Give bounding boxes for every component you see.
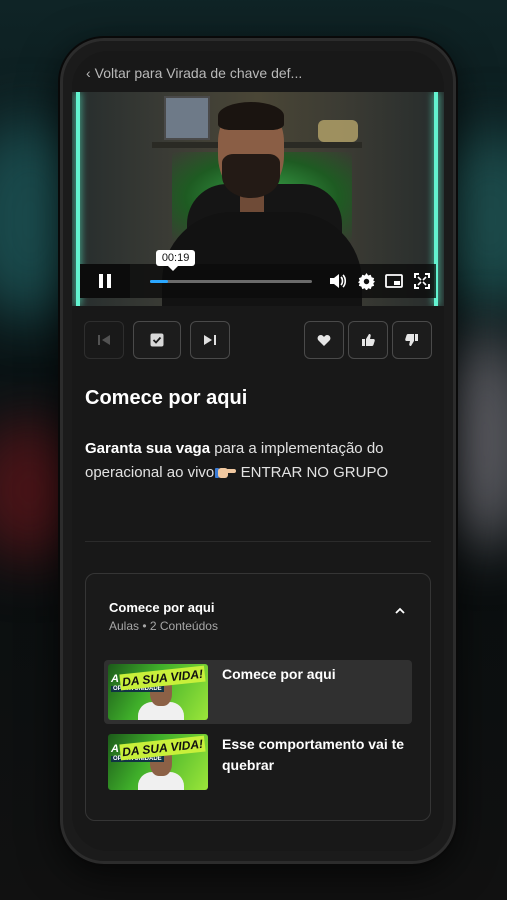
skip-next-icon [204, 335, 216, 345]
fullscreen-icon[interactable] [408, 264, 436, 298]
lesson-action-bar [84, 321, 432, 359]
next-lesson-button[interactable] [190, 321, 230, 359]
pause-bar-left [99, 274, 103, 288]
reaction-buttons [304, 321, 432, 359]
description-cta[interactable]: ENTRAR NO GRUPO [236, 464, 389, 481]
video-player[interactable]: 00:19 [72, 92, 444, 306]
lesson-thumbnail: A MAIOR OPORTUNIDADE DA SUA VIDA! [108, 664, 208, 720]
back-link-label: Voltar para Virada de chave def... [94, 65, 303, 81]
lesson-title: Comece por aqui [85, 387, 248, 409]
like-button[interactable] [348, 321, 388, 359]
thumbs-up-icon [362, 334, 375, 346]
module-title[interactable]: Comece por aqui [109, 600, 214, 615]
lesson-description: Garanta sua vaga para a implementação do… [85, 437, 415, 485]
module-lesson-item[interactable]: A MAIOR OPORTUNIDADE DA SUA VIDA! Esse c… [104, 730, 412, 794]
chevron-left-icon: ‹ [86, 65, 91, 81]
navigation-buttons [84, 321, 230, 359]
previous-lesson-button[interactable] [84, 321, 124, 359]
module-card: Comece por aqui Aulas • 2 Conteúdos A MA… [85, 573, 431, 821]
checkbox-icon [150, 333, 164, 347]
module-subtitle: Aulas • 2 Conteúdos [109, 619, 218, 633]
video-controls: 00:19 [80, 249, 436, 298]
video-shelf-figure [318, 120, 358, 142]
description-highlight: Garanta sua vaga [85, 440, 211, 457]
video-progress-bar[interactable]: 00:19 [150, 249, 312, 283]
heart-icon [317, 334, 331, 346]
current-time-tooltip: 00:19 [155, 249, 196, 271]
skip-previous-icon [98, 335, 110, 345]
lesson-thumbnail: A MAIOR OPORTUNIDADE DA SUA VIDA! [108, 734, 208, 790]
pause-button[interactable] [80, 264, 130, 298]
pointing-hand-icon [215, 466, 237, 478]
phone-screen: ‹ Voltar para Virada de chave def... 00:… [72, 51, 444, 851]
thumbs-down-icon [405, 334, 418, 346]
video-shelf-item [164, 96, 210, 140]
volume-icon[interactable] [324, 264, 352, 298]
gear-icon[interactable] [352, 264, 380, 298]
module-lesson-item[interactable]: A MAIOR OPORTUNIDADE DA SUA VIDA! Comece… [104, 660, 412, 724]
video-presenter-beard [222, 154, 280, 198]
video-presenter-hair [218, 102, 284, 130]
mark-complete-button[interactable] [133, 321, 181, 359]
phone-frame: ‹ Voltar para Virada de chave def... 00:… [60, 38, 456, 864]
video-progress-fill [150, 279, 168, 283]
dislike-button[interactable] [392, 321, 432, 359]
lesson-item-label: Esse comportamento vai te quebrar [222, 736, 405, 773]
pause-bar-right [107, 274, 111, 288]
picture-in-picture-icon[interactable] [380, 264, 408, 298]
chevron-up-icon[interactable] [394, 606, 406, 616]
back-link[interactable]: ‹ Voltar para Virada de chave def... [86, 65, 302, 81]
divider [85, 541, 431, 542]
favorite-button[interactable] [304, 321, 344, 359]
lesson-item-label: Comece por aqui [222, 666, 336, 682]
